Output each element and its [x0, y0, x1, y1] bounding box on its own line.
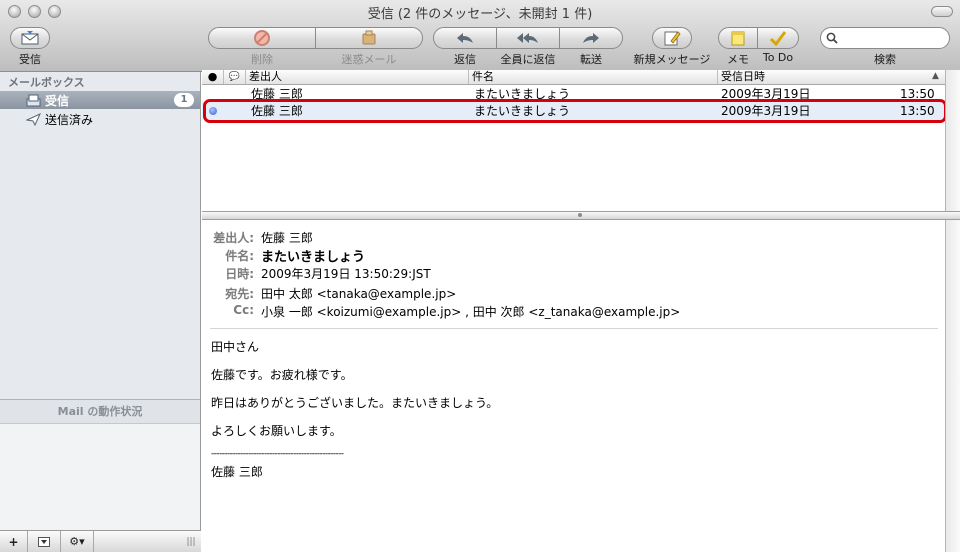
message-from: 佐藤 三郎: [251, 87, 303, 101]
message-date: 2009年3月19日: [721, 104, 811, 118]
search-label: 検索: [874, 53, 896, 66]
delete-circle-icon: [254, 30, 270, 46]
body-line: 田中さん: [211, 340, 260, 354]
reply-all-arrow-icon: [517, 33, 538, 43]
message-subject: またいきましょう: [474, 104, 571, 118]
header-subject-value: またいきましょう: [261, 250, 366, 265]
junk-bag-icon: [362, 30, 376, 45]
paper-plane-icon: [26, 112, 41, 126]
new-message-label: 新規メッセージ: [633, 53, 711, 66]
forward-label: 転送: [580, 53, 602, 66]
header-to-label: 宛先:: [225, 287, 254, 301]
body-separator: ----------------------------------------…: [211, 449, 344, 459]
column-date-received[interactable]: 受信日時: [717, 70, 945, 84]
message-row-selected[interactable]: 佐藤 三郎 またいきましょう 2009年3月19日 13:50: [202, 102, 945, 120]
header-divider: [210, 328, 938, 329]
column-unread[interactable]: ●: [202, 70, 223, 84]
message-date: 2009年3月19日: [721, 87, 811, 101]
message-list-header: ● 💬 差出人 件名 受信日時 ▲: [202, 70, 945, 85]
unread-dot-icon: [209, 107, 217, 115]
add-mailbox-button[interactable]: +: [0, 531, 28, 552]
sidebar-item-label: 送信済み: [45, 112, 94, 127]
header-to-value[interactable]: 田中 太郎 <tanaka@example.jp>: [261, 285, 456, 302]
column-subject[interactable]: 件名: [468, 70, 717, 84]
reply-arrow-icon: [457, 33, 473, 43]
checkmark-icon: [769, 31, 787, 46]
new-message-button[interactable]: [652, 27, 692, 49]
message-list-scrollbar[interactable]: [945, 70, 960, 212]
column-from[interactable]: 差出人: [245, 70, 468, 84]
sidebar-item-sent[interactable]: 送信済み: [0, 110, 200, 128]
body-signature: 佐藤 三郎: [211, 465, 263, 479]
message-time: 13:50: [900, 87, 935, 101]
toolbar-toggle-button[interactable]: [931, 6, 953, 17]
activity-panel: [0, 423, 200, 530]
search-icon: [826, 32, 838, 44]
todo-label: To Do: [762, 51, 794, 64]
column-reply-status[interactable]: 💬: [223, 70, 245, 84]
header-from-label: 差出人:: [213, 231, 254, 245]
action-gear-button[interactable]: ⚙▾: [61, 531, 94, 552]
note-pad-icon: [731, 31, 745, 46]
reply-all-label: 全員に返信: [500, 53, 556, 66]
sidebar-resize-handle[interactable]: |||: [181, 531, 201, 552]
header-cc-value[interactable]: 小泉 一郎 <koizumi@example.jp> , 田中 次郎 <z_ta…: [261, 303, 680, 320]
note-button[interactable]: [718, 27, 758, 49]
forward-arrow-icon: [583, 33, 599, 43]
header-date-value: 2009年3月19日 13:50:29:JST: [261, 267, 431, 281]
activity-panel-title: Mail の動作状況: [0, 399, 200, 423]
note-label: メモ: [727, 53, 749, 66]
body-line: 佐藤です。お疲れ様です。: [211, 368, 353, 382]
delete-label: 削除: [251, 53, 273, 66]
sidebar-footer: + ⚙▾ |||: [0, 530, 201, 552]
header-cc-label: Cc:: [233, 303, 254, 317]
junk-button[interactable]: [315, 27, 423, 49]
reader-scrollbar[interactable]: [945, 220, 960, 552]
envelope-icon: [21, 31, 39, 45]
header-subject-label: 件名:: [225, 249, 254, 263]
header-from-value[interactable]: 佐藤 三郎: [261, 229, 313, 246]
body-line: 昨日はありがとうございました。またいきましょう。: [211, 396, 499, 410]
dropdown-box-icon: [38, 536, 50, 547]
todo-button[interactable]: [757, 27, 799, 49]
sidebar-item-inbox[interactable]: 受信 1: [0, 91, 200, 109]
mailbox-section-header: メールボックス: [8, 76, 85, 89]
header-date-label: 日時:: [225, 267, 254, 281]
forward-button[interactable]: [559, 27, 623, 49]
window-title: 受信 (2 件のメッセージ、未開封 1 件): [367, 7, 593, 22]
unread-count-badge: 1: [174, 93, 194, 107]
compose-pencil-icon: [664, 31, 681, 46]
message-row[interactable]: 佐藤 三郎 またいきましょう 2009年3月19日 13:50: [202, 85, 945, 103]
junk-label: 迷惑メール: [341, 53, 397, 66]
get-mail-button[interactable]: [10, 27, 50, 49]
delete-button[interactable]: [208, 27, 316, 49]
sidebar-item-label: 受信: [45, 93, 70, 108]
message-from: 佐藤 三郎: [251, 104, 303, 118]
show-mailbox-menu-button[interactable]: [28, 531, 61, 552]
reply-all-button[interactable]: [496, 27, 560, 49]
reply-button[interactable]: [433, 27, 497, 49]
message-time: 13:50: [900, 104, 935, 118]
sort-ascending-icon: ▲: [932, 71, 939, 81]
message-subject: またいきましょう: [474, 87, 571, 101]
search-input[interactable]: [820, 27, 950, 49]
reply-label: 返信: [454, 53, 476, 66]
splitter-grip-icon: [578, 213, 582, 217]
body-line: よろしくお願いします。: [211, 424, 342, 438]
inbox-tray-icon: [26, 94, 41, 106]
get-mail-label: 受信: [19, 53, 41, 66]
